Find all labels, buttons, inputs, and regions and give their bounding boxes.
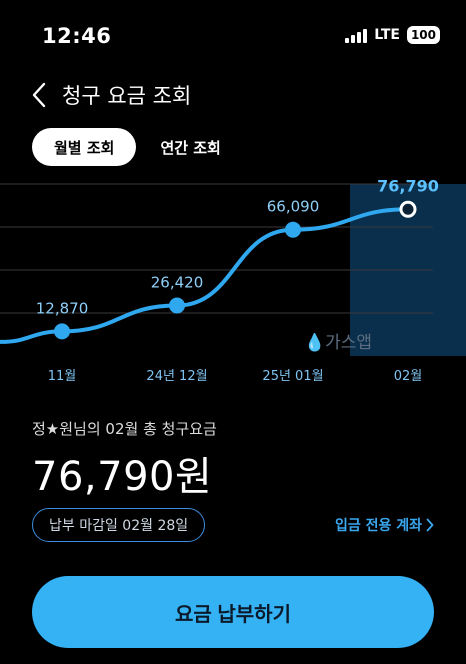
pay-bill-button[interactable]: 요금 납부하기 — [32, 576, 434, 648]
due-date-badge: 납부 마감일 02월 28일 — [32, 508, 206, 542]
header: 청구 요금 조회 — [28, 78, 191, 112]
tab-monthly[interactable]: 월별 조회 — [32, 128, 137, 166]
data-point — [169, 297, 185, 314]
deposit-account-link[interactable]: 입금 전용 계좌 — [335, 512, 434, 538]
x-tick-label: 11월 — [48, 369, 77, 384]
status-indicators: LTE 100 — [345, 26, 440, 44]
chevron-right-icon — [426, 518, 434, 532]
chart-watermark: 💧가스앱 — [304, 332, 372, 353]
data-label: 76,790 — [377, 180, 439, 195]
signal-icon — [345, 28, 368, 43]
data-point — [399, 200, 417, 218]
chart-svg: 💧가스앱 12,870 26,420 66,090 76,790 11월 24년 12월 25… — [0, 180, 466, 384]
tab-bar: 월별 조회 연간 조회 — [32, 128, 225, 166]
data-label: 66,090 — [267, 198, 320, 216]
data-point — [285, 221, 301, 238]
bill-chart: 💧가스앱 12,870 26,420 66,090 76,790 11월 24년 12월 25… — [0, 180, 466, 392]
battery-icon: 100 — [406, 26, 440, 44]
x-tick-label: 02월 — [394, 369, 423, 384]
status-bar: 12:46 LTE 100 — [0, 0, 466, 72]
data-point — [54, 323, 70, 340]
bill-amount: 76,790원 — [32, 454, 213, 500]
data-label: 12,870 — [36, 299, 89, 317]
status-time: 12:46 — [42, 24, 112, 48]
back-arrow-icon[interactable] — [28, 80, 50, 110]
series-line — [0, 207, 410, 344]
deposit-account-label: 입금 전용 계좌 — [334, 518, 422, 534]
tab-yearly[interactable]: 연간 조회 — [156, 128, 224, 166]
data-label: 26,420 — [151, 274, 204, 292]
bill-label: 정★원님의 02월 총 청구요금 — [32, 420, 217, 438]
x-tick-label: 25년 01월 — [262, 369, 323, 384]
x-tick-label: 24년 12월 — [146, 369, 207, 384]
network-type: LTE — [374, 27, 400, 43]
page-title: 청구 요금 조회 — [62, 84, 192, 108]
